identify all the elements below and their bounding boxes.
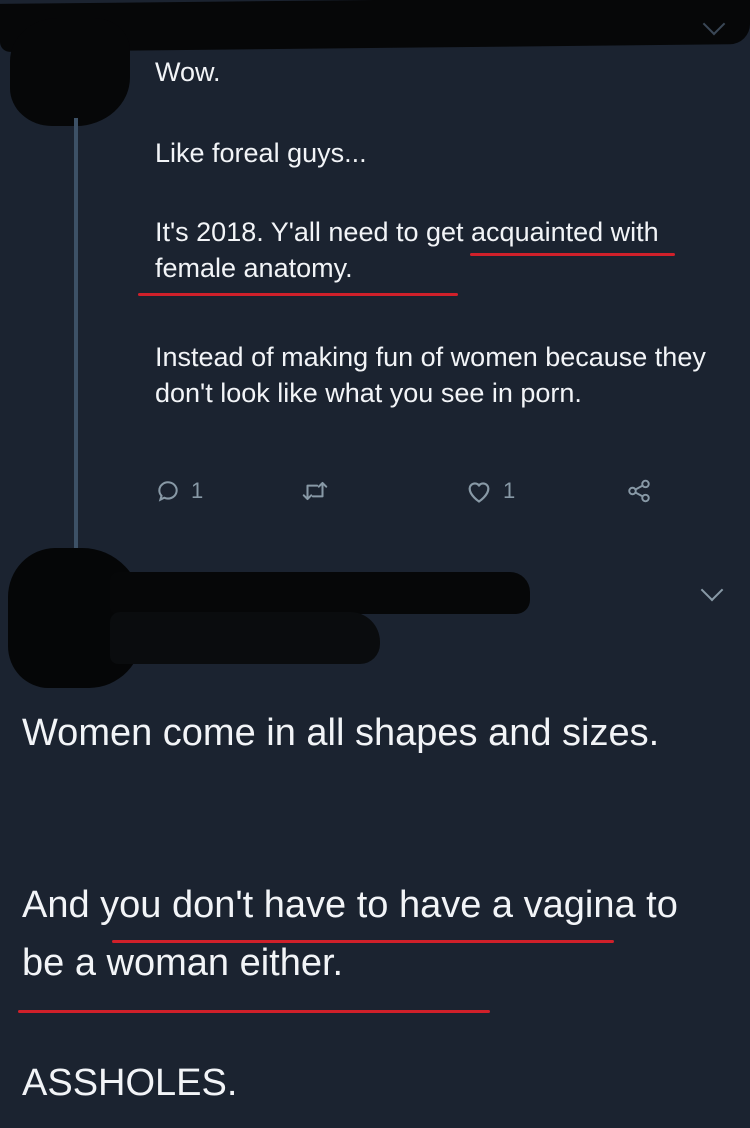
red-underline-annotation bbox=[138, 293, 458, 296]
redacted-avatar bbox=[10, 18, 130, 126]
heart-icon bbox=[465, 478, 493, 504]
red-underline-annotation bbox=[470, 253, 675, 256]
share-icon bbox=[625, 478, 653, 504]
retweet-button[interactable] bbox=[300, 478, 340, 504]
reply-icon bbox=[155, 478, 181, 504]
tweet-paragraph: ASSHOLES. bbox=[22, 1062, 238, 1104]
reply-count: 1 bbox=[191, 478, 204, 503]
share-button[interactable] bbox=[625, 478, 653, 504]
tweet-paragraph: Instead of making fun of women because t… bbox=[155, 342, 706, 408]
tweet-paragraph: It's 2018. Y'all need to get acquainted … bbox=[155, 217, 659, 283]
red-underline-annotation bbox=[112, 940, 614, 943]
retweet-icon bbox=[300, 478, 330, 504]
tweet-actions: 1 1 bbox=[155, 478, 675, 508]
thread-connector-line bbox=[74, 118, 78, 548]
tweet-paragraph: Wow. bbox=[155, 57, 221, 87]
tweet-paragraph: Women come in all shapes and sizes. bbox=[22, 712, 660, 754]
tweet-reply[interactable]: Wow. Like foreal guys... It's 2018. Y'al… bbox=[0, 0, 750, 560]
tweet-paragraph: Like foreal guys... bbox=[155, 138, 367, 168]
like-count: 1 bbox=[503, 478, 516, 503]
like-button[interactable]: 1 bbox=[465, 478, 515, 504]
redacted-display-name bbox=[110, 572, 530, 614]
red-underline-annotation bbox=[18, 1010, 490, 1013]
redacted-handle bbox=[110, 612, 380, 664]
tweet-paragraph: And you don't have to have a vagina to b… bbox=[22, 884, 678, 984]
chevron-down-icon[interactable] bbox=[700, 578, 724, 602]
reply-button[interactable]: 1 bbox=[155, 478, 203, 504]
